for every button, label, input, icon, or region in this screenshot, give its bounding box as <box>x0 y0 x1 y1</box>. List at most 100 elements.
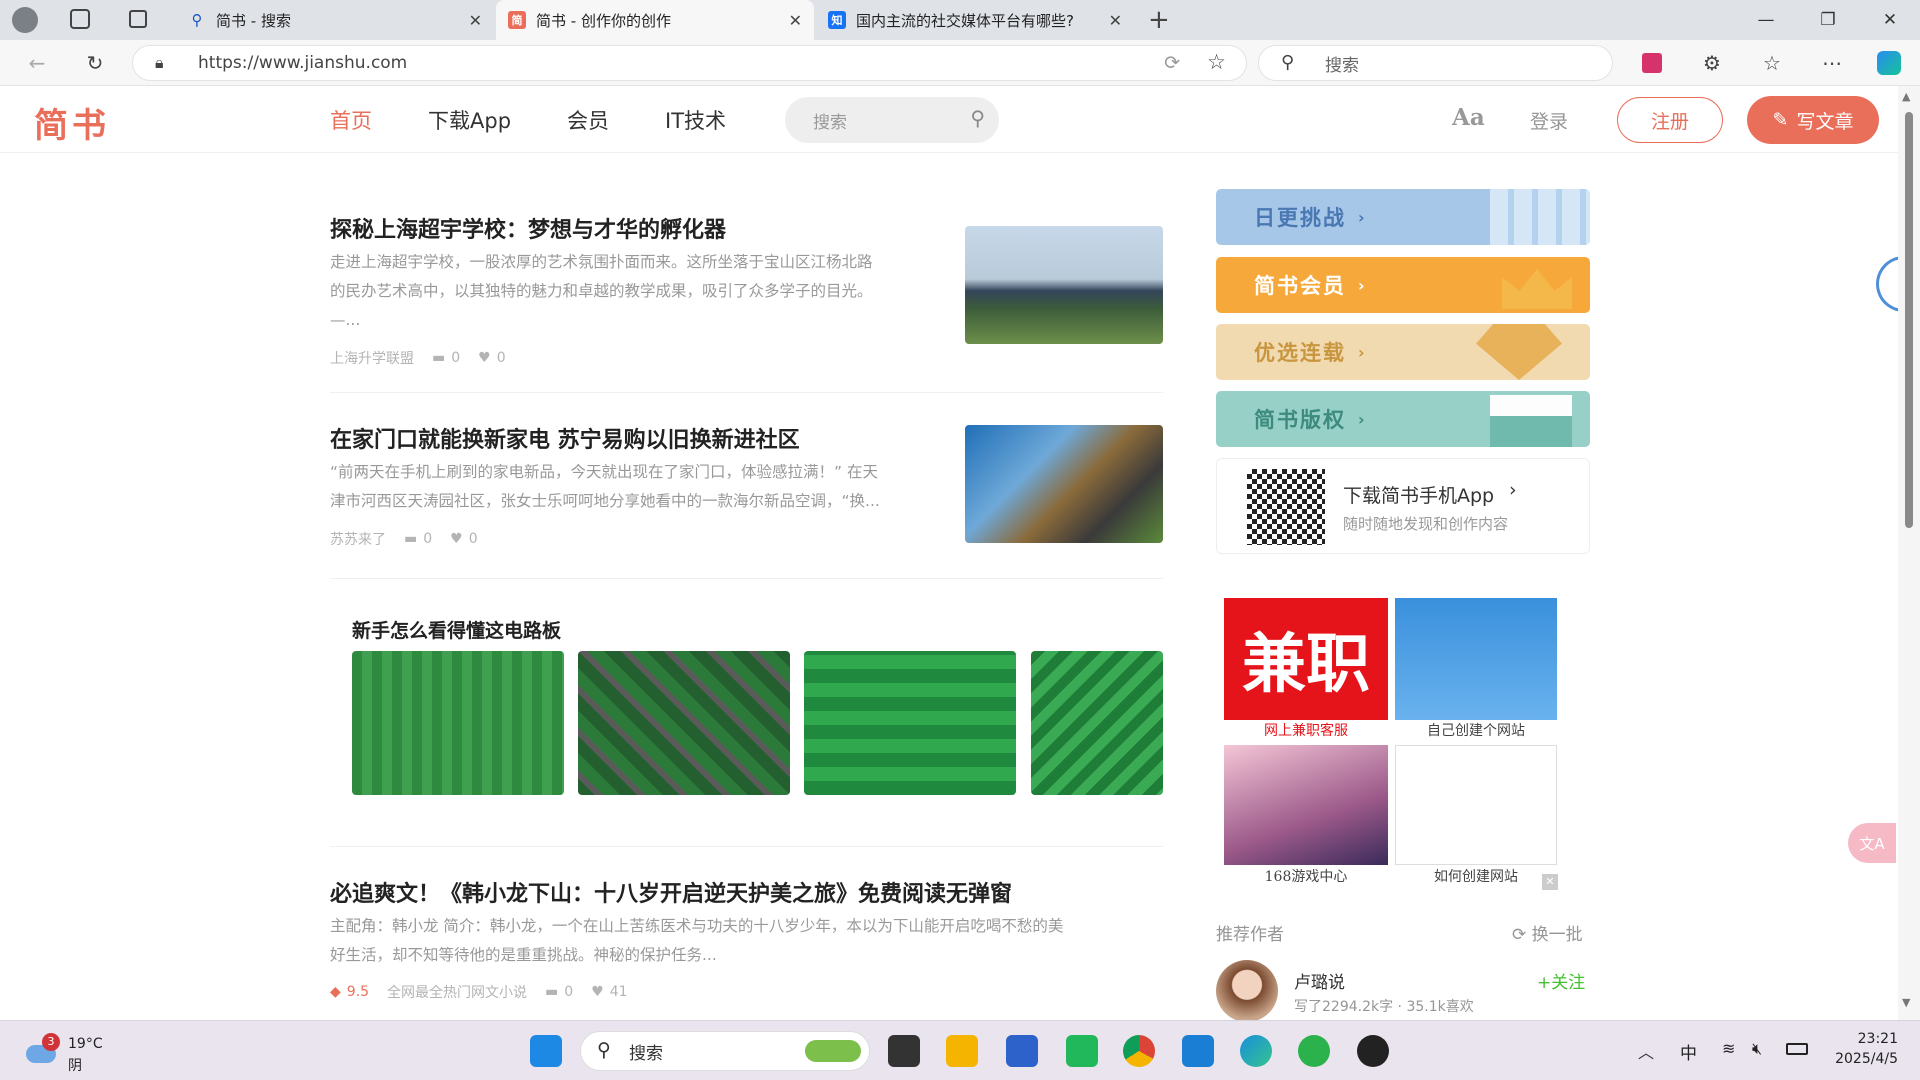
nav-download-app[interactable]: 下载App <box>428 105 511 135</box>
ad-caption[interactable]: 168游戏中心 <box>1224 866 1388 886</box>
volume-muted-icon[interactable]: 🔇︎ <box>1752 1039 1762 1059</box>
app-download-card[interactable]: 下载简书手机App › 随时随地发现和创作内容 <box>1216 458 1590 554</box>
qq-icon[interactable] <box>1357 1035 1389 1067</box>
banner-serialized[interactable]: 优选连载 › <box>1216 324 1590 380</box>
copilot-icon[interactable] <box>1874 49 1904 77</box>
wechat-icon[interactable] <box>1298 1035 1330 1067</box>
taskbar-search-box[interactable]: ⚲ 搜索 <box>580 1031 870 1071</box>
chrome-icon[interactable] <box>1123 1035 1155 1067</box>
edge-icon[interactable] <box>1240 1035 1272 1067</box>
scroll-down-icon[interactable]: ▼ <box>1902 996 1910 1009</box>
clock-date[interactable]: 2025/4/5 <box>1820 1051 1898 1067</box>
new-tab-button[interactable]: + <box>1148 5 1170 35</box>
ad-image[interactable] <box>1031 651 1163 795</box>
ad-image[interactable] <box>804 651 1016 795</box>
translate-icon[interactable] <box>1637 49 1667 77</box>
favorites-icon[interactable]: ☆ <box>1757 49 1787 77</box>
scrollbar-thumb[interactable] <box>1905 112 1913 528</box>
weather-widget[interactable]: 3 19°C 阴 <box>26 1033 116 1074</box>
file-explorer-icon[interactable] <box>946 1035 978 1067</box>
banner-copyright[interactable]: 简书版权 › <box>1216 391 1590 447</box>
site-logo[interactable]: 简书 <box>34 98 110 147</box>
floating-translate-icon[interactable]: 文A <box>1848 823 1896 863</box>
close-window-button[interactable]: ✕ <box>1870 6 1910 34</box>
close-icon[interactable]: ✕ <box>469 11 482 30</box>
site-search-input[interactable]: 搜索 ⚲ <box>785 97 999 143</box>
browser-search-field[interactable]: ⚲ 搜索 <box>1258 45 1613 81</box>
author-name[interactable]: 卢璐说 <box>1294 968 1345 993</box>
author-link[interactable]: 苏苏来了 <box>330 529 386 549</box>
tab-search[interactable]: ⚲ 简书 - 搜索 ✕ <box>176 0 494 40</box>
refresh-button[interactable]: ↻ <box>80 49 110 77</box>
ad-caption[interactable]: 如何创建网站 <box>1395 866 1557 886</box>
scrollbar[interactable]: ▲ ▼ <box>1898 86 1920 1020</box>
ad-caption[interactable]: 自己创建个网站 <box>1395 720 1557 740</box>
refresh-authors-button[interactable]: ⟳ 换一批 <box>1512 920 1583 945</box>
app-subtitle: 随时随地发现和创作内容 <box>1343 515 1509 533</box>
search-icon[interactable]: ⚲ <box>970 106 985 130</box>
ad-close-icon[interactable]: ✕ <box>1542 874 1558 890</box>
ad-image[interactable] <box>352 651 564 795</box>
floating-assistant-icon[interactable] <box>1876 256 1898 312</box>
ad-block-title[interactable]: 新手怎么看得懂这电路板 <box>352 616 561 643</box>
close-icon[interactable]: ✕ <box>1109 11 1122 30</box>
article-title[interactable]: 探秘上海超宇学校：梦想与才华的孵化器 <box>330 212 726 244</box>
avatar[interactable] <box>1216 960 1278 1020</box>
ad-image[interactable] <box>1395 598 1557 720</box>
tab-jianshu[interactable]: 简 简书 - 创作你的创作 ✕ <box>496 0 814 40</box>
clock-time[interactable]: 23:21 <box>1840 1031 1898 1047</box>
tab-bar: ⚲ 简书 - 搜索 ✕ 简 简书 - 创作你的创作 ✕ 知 国内主流的社交媒体平… <box>0 0 1920 40</box>
temperature: 19°C <box>68 1036 103 1052</box>
ad-image[interactable] <box>578 651 790 795</box>
chevron-up-icon[interactable]: ︿ <box>1638 1039 1654 1063</box>
ad-image[interactable] <box>1395 745 1557 865</box>
extensions-icon[interactable]: ⚙ <box>1697 49 1727 77</box>
minimize-button[interactable]: — <box>1746 6 1786 34</box>
article-thumbnail[interactable] <box>965 226 1163 344</box>
banner-membership[interactable]: 简书会员 › <box>1216 257 1590 313</box>
battery-icon[interactable] <box>1786 1043 1808 1055</box>
url-field[interactable]: 🔒︎ https://www.jianshu.com ⟳ ☆ <box>132 45 1247 81</box>
tab-zhihu[interactable]: 知 国内主流的社交媒体平台有哪些? ✕ <box>816 0 1134 40</box>
login-link[interactable]: 登录 <box>1530 107 1568 134</box>
search-icon: ⚲ <box>1281 52 1295 73</box>
restore-button[interactable]: ❐ <box>1808 6 1848 34</box>
workspaces-icon[interactable] <box>70 9 90 29</box>
article-title[interactable]: 必追爽文！《韩小龙下山：十八岁开启逆天护美之旅》免费阅读无弹窗 <box>330 876 1012 908</box>
profile-icon[interactable] <box>12 7 38 33</box>
nav-it-tech[interactable]: IT技术 <box>665 105 726 135</box>
search-icon: ⚲ <box>597 1039 611 1061</box>
follow-button[interactable]: +关注 <box>1537 968 1585 993</box>
start-button[interactable] <box>530 1035 562 1067</box>
font-size-toggle[interactable]: Aa <box>1452 104 1485 131</box>
article-thumbnail[interactable] <box>965 425 1163 543</box>
comment-icon: ▬ <box>545 984 559 1000</box>
qr-code <box>1247 469 1325 545</box>
author-link[interactable]: 全网最全热门网文小说 <box>387 982 527 1002</box>
back-button[interactable]: ← <box>22 49 52 77</box>
write-article-button[interactable]: ✎ 写文章 <box>1747 96 1879 144</box>
page-content: 简书 首页 下载App 会员 IT技术 搜索 ⚲ Aa 登录 注册 ✎ 写文章 … <box>0 86 1898 1020</box>
close-icon[interactable]: ✕ <box>789 11 802 30</box>
author-link[interactable]: 上海升学联盟 <box>330 348 414 368</box>
ad-image[interactable]: 兼职 <box>1224 598 1388 720</box>
scroll-up-icon[interactable]: ▲ <box>1902 90 1910 103</box>
task-view-icon[interactable] <box>888 1035 920 1067</box>
ime-indicator[interactable]: 中 <box>1680 1039 1697 1064</box>
vertical-tabs-icon[interactable] <box>129 10 147 28</box>
more-menu-icon[interactable]: ⋯ <box>1817 49 1847 77</box>
microsoft-store-icon[interactable] <box>1006 1035 1038 1067</box>
calendar-icon <box>1490 189 1590 245</box>
banner-daily-challenge[interactable]: 日更挑战 › <box>1216 189 1590 245</box>
favorite-star-icon[interactable]: ☆ <box>1207 50 1226 74</box>
wechat-work-icon[interactable] <box>1066 1035 1098 1067</box>
ad-caption[interactable]: 网上兼职客服 <box>1224 720 1388 740</box>
register-button[interactable]: 注册 <box>1617 97 1723 143</box>
ad-image[interactable] <box>1224 745 1388 865</box>
read-aloud-icon[interactable]: ⟳ <box>1164 52 1180 74</box>
vscode-icon[interactable] <box>1182 1035 1214 1067</box>
nav-membership[interactable]: 会员 <box>567 105 609 135</box>
article-title[interactable]: 在家门口就能换新家电 苏宁易购以旧换新进社区 <box>330 422 800 454</box>
wifi-icon[interactable]: ≋ <box>1722 1039 1735 1058</box>
nav-home[interactable]: 首页 <box>330 105 372 135</box>
